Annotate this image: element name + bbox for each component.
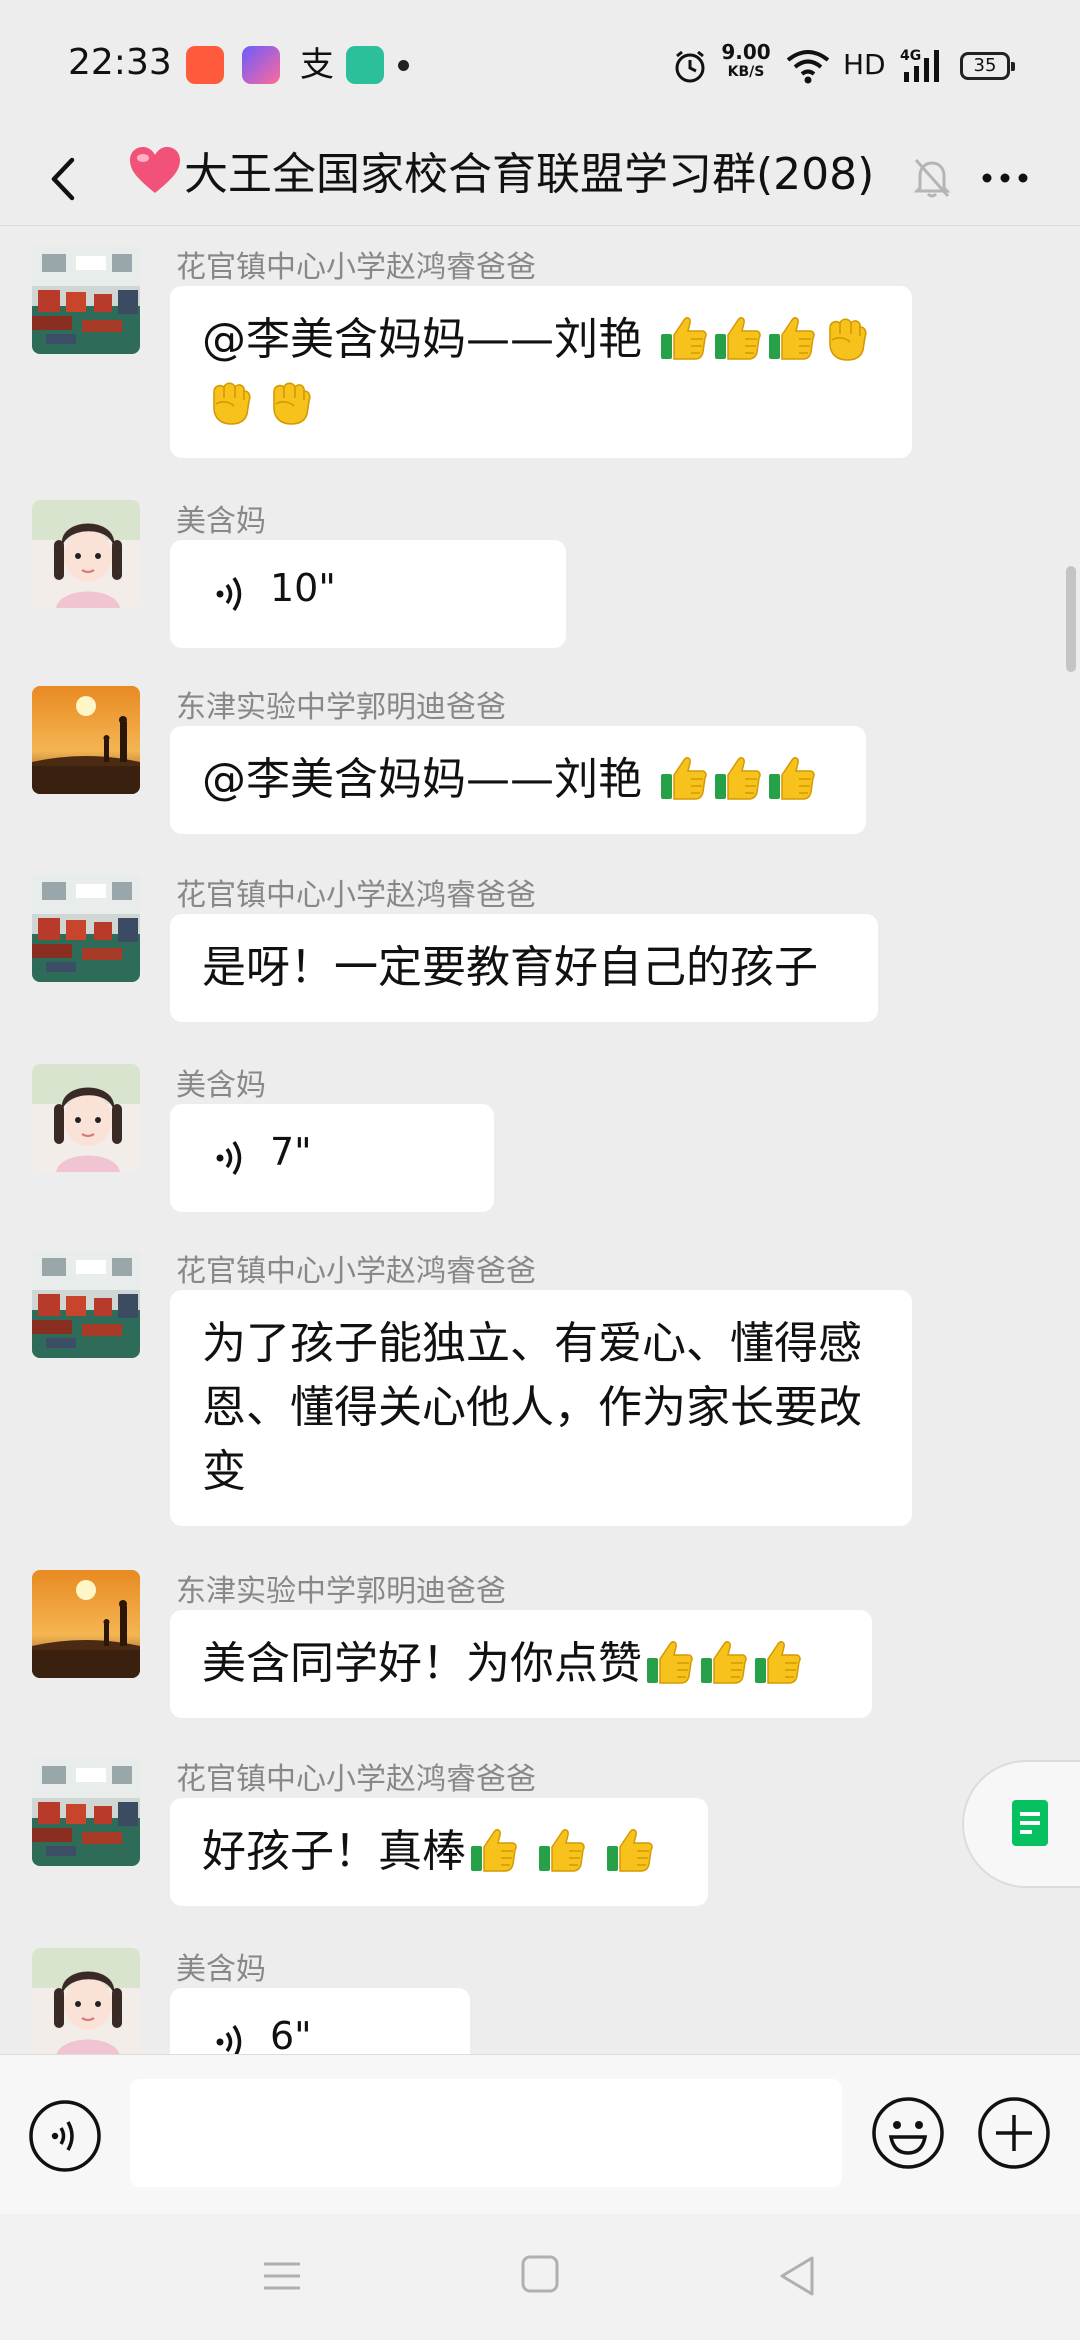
voice-message[interactable]: 6" (170, 1988, 470, 2054)
sender-name: 美含妈 (176, 504, 266, 539)
thumbs-up-emoji (752, 1636, 802, 1686)
message-list[interactable]: 花官镇中心小学赵鸿睿爸爸 @李美含妈妈——刘艳 美含妈 10" 东津实验中学郭明… (0, 226, 1080, 2054)
sender-name: 花官镇中心小学赵鸿睿爸爸 (176, 1762, 536, 1797)
app-notification-icon (346, 46, 384, 84)
status-bar: 22:33 支 9.00 KB/S HD 4G 35 (0, 0, 1080, 130)
voice-input-icon[interactable] (28, 2099, 102, 2173)
signal-4g-icon: 4G (900, 48, 939, 82)
plus-icon[interactable] (976, 2095, 1052, 2171)
sender-name: 美含妈 (176, 1068, 266, 1103)
message-bubble[interactable]: 为了孩子能独立、有爱心、懂得感恩、懂得关心他人，作为家长要改变 (170, 1290, 912, 1526)
heart-emoji (130, 147, 180, 193)
wifi-icon (786, 50, 830, 84)
avatar[interactable] (32, 1758, 140, 1866)
thumbs-up-emoji (766, 752, 816, 802)
back-triangle-icon[interactable] (776, 2254, 816, 2298)
voice-wave-icon (216, 577, 242, 611)
message-text: 是呀！一定要教育好自己的孩子 (202, 942, 818, 993)
more-notifications-dot (398, 60, 409, 71)
thumbs-up-emoji (644, 1636, 694, 1686)
thumbs-up-emoji (658, 312, 708, 362)
more-icon[interactable] (970, 150, 1040, 206)
sender-name: 花官镇中心小学赵鸿睿爸爸 (176, 1254, 536, 1289)
raised-fist-emoji (820, 312, 870, 362)
hd-indicator: HD (843, 48, 886, 81)
message-text: 好孩子！真棒 (202, 1826, 466, 1877)
back-icon[interactable] (30, 144, 100, 214)
message-input[interactable] (130, 2079, 842, 2187)
menu-icon[interactable] (262, 2256, 302, 2296)
raised-fist-emoji (264, 376, 314, 426)
chat-title-text: 大王全国家校合育联盟学习群(208) (184, 149, 875, 200)
message-text: @李美含妈妈——刘艳 (202, 754, 656, 805)
app-notification-icon (186, 46, 224, 84)
system-nav-bar (0, 2214, 1080, 2340)
sender-name: 东津实验中学郭明迪爸爸 (176, 690, 506, 725)
avatar[interactable] (32, 500, 140, 608)
alarm-icon (675, 50, 705, 83)
chat-title: 大王全国家校合育联盟学习群(208) (128, 140, 874, 210)
thumbs-up-emoji (712, 752, 762, 802)
sender-name: 东津实验中学郭明迪爸爸 (176, 1574, 506, 1609)
chat-header: 大王全国家校合育联盟学习群(208) (0, 130, 1080, 226)
message-bubble[interactable]: @李美含妈妈——刘艳 (170, 726, 866, 834)
voice-duration: 10" (270, 566, 336, 610)
voice-duration: 7" (270, 1130, 312, 1174)
sender-name: 花官镇中心小学赵鸿睿爸爸 (176, 250, 536, 285)
message-text: 为了孩子能独立、有爱心、懂得感恩、懂得关心他人，作为家长要改变 (202, 1318, 862, 1497)
avatar[interactable] (32, 686, 140, 794)
avatar[interactable] (32, 1570, 140, 1678)
mute-bell-icon (913, 159, 951, 198)
message-bubble[interactable]: 好孩子！真棒 (170, 1798, 708, 1906)
voice-wave-icon (216, 2025, 242, 2054)
avatar[interactable] (32, 1250, 140, 1358)
avatar[interactable] (32, 1948, 140, 2054)
emoji-icon[interactable] (870, 2095, 946, 2171)
voice-message[interactable]: 10" (170, 540, 566, 648)
avatar[interactable] (32, 246, 140, 354)
message-bubble[interactable]: 是呀！一定要教育好自己的孩子 (170, 914, 878, 1022)
floating-doc-button[interactable] (962, 1760, 1080, 1888)
svg-text:4G: 4G (900, 48, 921, 64)
thumbs-up-emoji (712, 312, 762, 362)
sender-name: 花官镇中心小学赵鸿睿爸爸 (176, 878, 536, 913)
thumbs-up-emoji (698, 1636, 748, 1686)
document-icon (1012, 1800, 1048, 1846)
battery-indicator: 35 (960, 52, 1015, 80)
app-notification-icon: 支 (300, 45, 334, 85)
home-icon[interactable] (520, 2254, 560, 2294)
message-bubble[interactable]: @李美含妈妈——刘艳 (170, 286, 912, 458)
message-text: @李美含妈妈——刘艳 (202, 314, 656, 365)
status-time: 22:33 (68, 42, 172, 83)
voice-message[interactable]: 7" (170, 1104, 494, 1212)
scrollbar[interactable] (1066, 566, 1076, 672)
net-speed: 9.00 KB/S (721, 40, 771, 80)
thumbs-up-emoji (766, 312, 816, 362)
message-text: 美含同学好！为你点赞 (202, 1638, 642, 1689)
thumbs-up-emoji (604, 1824, 654, 1874)
avatar[interactable] (32, 874, 140, 982)
avatar[interactable] (32, 1064, 140, 1172)
thumbs-up-emoji (468, 1824, 518, 1874)
input-bar (0, 2054, 1080, 2214)
thumbs-up-emoji (658, 752, 708, 802)
app-notification-icon (242, 46, 280, 84)
sender-name: 美含妈 (176, 1952, 266, 1987)
message-bubble[interactable]: 美含同学好！为你点赞 (170, 1610, 872, 1718)
thumbs-up-emoji (536, 1824, 586, 1874)
raised-fist-emoji (204, 376, 254, 426)
voice-duration: 6" (270, 2014, 312, 2054)
voice-wave-icon (216, 1141, 242, 1175)
